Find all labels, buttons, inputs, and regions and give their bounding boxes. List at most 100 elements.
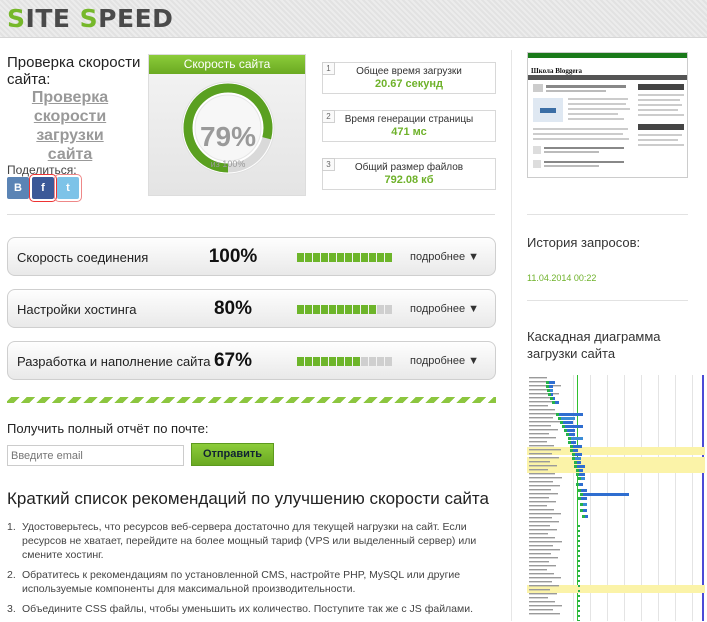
bar-segment [345, 253, 352, 262]
metric-name: Скорость соединения [17, 250, 149, 265]
email-report-label: Получить полный отчёт по почте: [7, 421, 209, 436]
waterfall-bar [581, 477, 585, 480]
waterfall-bar [550, 389, 553, 392]
bar-segment [297, 253, 304, 262]
waterfall-dot [578, 575, 580, 577]
waterfall-wait [564, 429, 567, 432]
waterfall-bar [551, 393, 553, 396]
start-marker [577, 375, 578, 621]
row-label [529, 465, 557, 467]
bar-segment [321, 253, 328, 262]
item-text: Удостоверьтесь, что ресурсов веб-сервера… [22, 521, 477, 561]
row-label [529, 573, 554, 575]
row-label [529, 461, 550, 463]
waterfall-bar [571, 437, 583, 440]
row-label [529, 505, 547, 507]
metric-percent: 80% [213, 298, 253, 319]
waterfall-dot [578, 590, 580, 592]
vk-share-icon[interactable]: B [7, 177, 29, 199]
row-label [529, 457, 559, 459]
waterfall-wait [570, 449, 573, 452]
site-screenshot-thumbnail[interactable]: Школа Bloggera [527, 52, 688, 178]
row-label [529, 605, 562, 607]
bar-segment [313, 305, 320, 314]
row-label [529, 601, 555, 603]
waterfall-bar [583, 509, 587, 512]
waterfall-bar [579, 483, 583, 486]
send-button[interactable]: Отправить [191, 443, 274, 466]
waterfall-wait [568, 437, 571, 440]
stat-generation-time: 2 Время генерации страницы 471 мс [322, 110, 496, 142]
waterfall-dot [578, 585, 580, 587]
bar-segment [353, 305, 360, 314]
bar-segment [369, 357, 376, 366]
row-label [529, 597, 548, 599]
bar-segment [337, 305, 344, 314]
metric-connection-speed[interactable]: Скорость соединения 100% подробнее ▼ [7, 237, 496, 276]
row-label [529, 613, 560, 615]
metric-development-content[interactable]: Разработка и наполнение сайта 67% подроб… [7, 341, 496, 380]
site-logo[interactable]: SITE SPEED [7, 4, 173, 33]
details-toggle[interactable]: подробнее ▼ [410, 251, 479, 263]
waterfall-wait [576, 483, 579, 486]
facebook-share-icon[interactable]: f [29, 174, 57, 202]
page-heading: Проверка скорости сайта: [7, 54, 141, 88]
row-label [529, 445, 554, 447]
waterfall-bar [577, 461, 581, 464]
item-text: Объедините CSS файлы, чтобы уменьшить их… [22, 603, 474, 615]
bar-segment [377, 253, 384, 262]
email-input[interactable] [7, 445, 184, 466]
row-label [529, 497, 549, 499]
bar-segment [377, 357, 384, 366]
end-marker [702, 375, 704, 621]
waterfall-wait [546, 381, 549, 384]
waterfall-wait [572, 453, 575, 456]
details-toggle[interactable]: подробнее ▼ [410, 303, 479, 315]
waterfall-bar [549, 381, 555, 384]
bar-segment [329, 357, 336, 366]
bar-segment [385, 253, 392, 262]
metric-hosting-settings[interactable]: Настройки хостинга 80% подробнее ▼ [7, 289, 496, 328]
waterfall-chart[interactable] [527, 375, 705, 621]
waterfall-dot [578, 535, 580, 537]
grid-line [658, 375, 659, 621]
grid-line [692, 375, 693, 621]
logo-letter: S [79, 4, 99, 33]
waterfall-bar [555, 401, 559, 404]
bar-segment [305, 305, 312, 314]
waterfall-wait [570, 445, 573, 448]
triangle-down-icon: ▼ [468, 355, 480, 367]
row-label [529, 541, 562, 543]
gauge-value: 79% [199, 121, 257, 152]
waterfall-wait [566, 433, 569, 436]
waterfall-bar [575, 457, 581, 460]
metric-bar [297, 253, 392, 262]
row-label [529, 437, 556, 439]
waterfall-dot [578, 615, 580, 617]
row-label [529, 589, 550, 591]
speed-gauge: Скорость сайта 79% из 100% [148, 54, 306, 196]
waterfall-bar [573, 449, 578, 452]
metric-percent: 67% [213, 350, 253, 371]
bar-segment [321, 357, 328, 366]
waterfall-dot [578, 570, 580, 572]
bar-segment [345, 357, 352, 366]
waterfall-dot [578, 605, 580, 607]
waterfall-wait [574, 465, 577, 468]
history-date-link[interactable]: 11.04.2014 00:22 [527, 273, 596, 283]
decorative-stripe [7, 397, 496, 403]
check-speed-link[interactable]: Проверка скорости загрузки сайта [20, 88, 120, 164]
waterfall-wait [568, 441, 571, 444]
grid-line [573, 375, 574, 621]
waterfall-wait [582, 515, 585, 518]
details-label: подробнее [410, 303, 466, 315]
bar-segment [369, 253, 376, 262]
gauge-of-label: из 100% [210, 159, 246, 169]
list-item: 3. Объедините CSS файлы, чтобы уменьшить … [7, 602, 495, 616]
twitter-share-icon[interactable]: t [54, 174, 82, 202]
bar-segment [313, 253, 320, 262]
row-label [529, 429, 558, 431]
waterfall-bar [583, 503, 587, 506]
details-toggle[interactable]: подробнее ▼ [410, 355, 479, 367]
row-label [529, 477, 562, 479]
